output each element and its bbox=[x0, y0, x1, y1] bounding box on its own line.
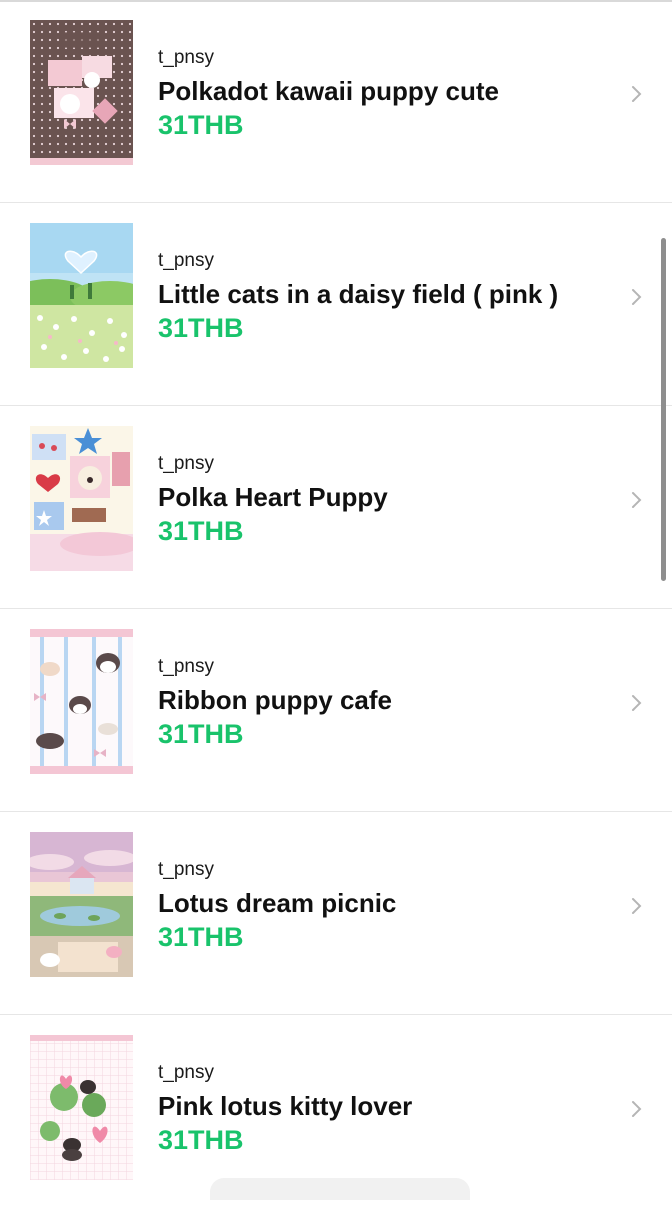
list-item[interactable]: t_pnsy Polka Heart Puppy 31THB bbox=[0, 406, 672, 609]
chevron-right-icon bbox=[632, 86, 642, 102]
creator-name: t_pnsy bbox=[158, 1062, 214, 1083]
home-indicator-area bbox=[210, 1178, 470, 1200]
creator-name: t_pnsy bbox=[158, 47, 214, 68]
theme-title: Polka Heart Puppy bbox=[158, 482, 388, 512]
theme-price: 31THB bbox=[158, 110, 244, 140]
lotus-picnic-thumbnail bbox=[30, 832, 133, 977]
theme-price: 31THB bbox=[158, 719, 244, 749]
chevron-right-icon bbox=[632, 898, 642, 914]
polkadot-puppy-thumbnail bbox=[30, 20, 133, 165]
creator-name: t_pnsy bbox=[158, 656, 214, 677]
list-item[interactable]: t_pnsy Little cats in a daisy field ( pi… bbox=[0, 203, 672, 406]
theme-price: 31THB bbox=[158, 313, 244, 343]
creator-name: t_pnsy bbox=[158, 250, 214, 271]
theme-title: Ribbon puppy cafe bbox=[158, 685, 392, 715]
theme-list: t_pnsy Polkadot kawaii puppy cute 31THB bbox=[0, 0, 672, 1218]
theme-price: 31THB bbox=[158, 516, 244, 546]
chevron-right-icon bbox=[632, 289, 642, 305]
theme-title: Lotus dream picnic bbox=[158, 888, 397, 918]
theme-title: Polkadot kawaii puppy cute bbox=[158, 76, 499, 106]
theme-title: Little cats in a daisy field ( pink ) bbox=[158, 279, 559, 309]
theme-price: 31THB bbox=[158, 922, 244, 952]
pink-lotus-thumbnail bbox=[30, 1035, 133, 1180]
theme-title: Pink lotus kitty lover bbox=[158, 1091, 413, 1121]
creator-name: t_pnsy bbox=[158, 859, 214, 880]
list-item[interactable]: t_pnsy Lotus dream picnic 31THB bbox=[0, 812, 672, 1015]
chevron-right-icon bbox=[632, 492, 642, 508]
list-item[interactable]: t_pnsy Polkadot kawaii puppy cute 31THB bbox=[0, 0, 672, 203]
chevron-right-icon bbox=[632, 1101, 642, 1117]
creator-name: t_pnsy bbox=[158, 453, 214, 474]
ribbon-cafe-thumbnail bbox=[30, 629, 133, 774]
vertical-scrollbar[interactable] bbox=[661, 238, 666, 581]
heart-puppy-thumbnail bbox=[30, 426, 133, 571]
daisy-field-thumbnail bbox=[30, 223, 133, 368]
list-item[interactable]: t_pnsy Ribbon puppy cafe 31THB bbox=[0, 609, 672, 812]
chevron-right-icon bbox=[632, 695, 642, 711]
theme-price: 31THB bbox=[158, 1125, 244, 1155]
